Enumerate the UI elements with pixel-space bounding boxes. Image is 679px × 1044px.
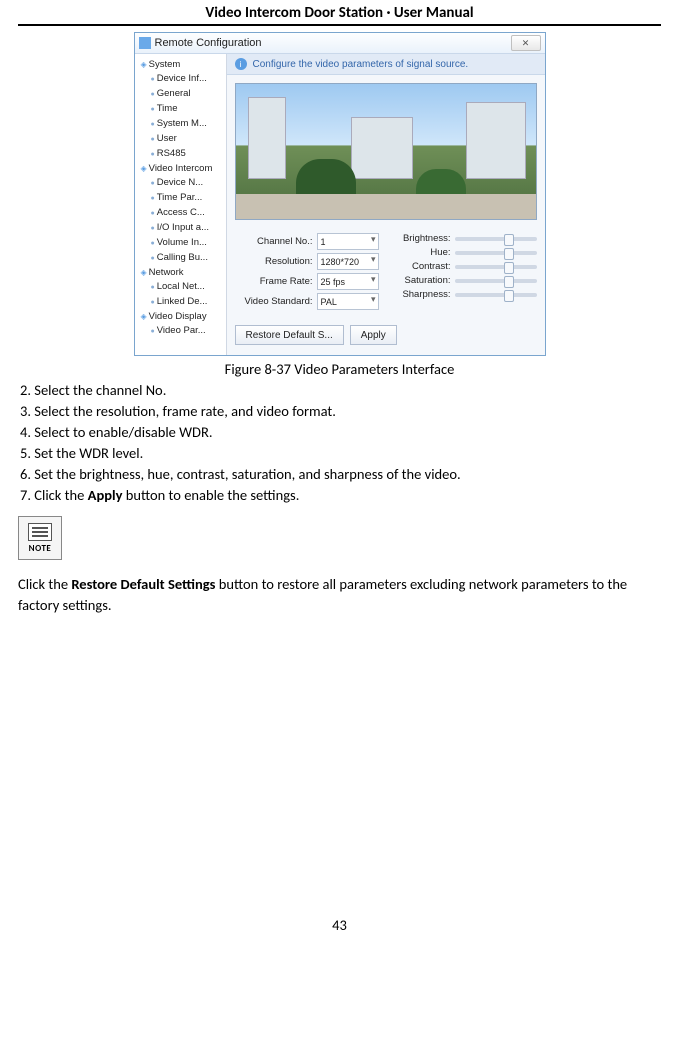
step-line: 5. Set the WDR level. xyxy=(20,443,659,464)
config-tree[interactable]: SystemDevice Inf...GeneralTimeSystem M..… xyxy=(135,54,227,355)
restore-default-button[interactable]: Restore Default S... xyxy=(235,325,344,345)
param-label: Frame Rate: xyxy=(235,276,317,287)
step-line: 2. Select the channel No. xyxy=(20,380,659,401)
param-combo[interactable]: 1 xyxy=(317,233,379,250)
close-button[interactable]: ✕ xyxy=(511,35,541,51)
slider-label: Contrast: xyxy=(393,261,455,272)
tree-leaf[interactable]: Video Par... xyxy=(139,324,224,339)
tree-root[interactable]: System xyxy=(139,58,224,72)
apply-button[interactable]: Apply xyxy=(350,325,397,345)
slider-row: Hue: xyxy=(393,247,537,258)
param-label: Resolution: xyxy=(235,256,317,267)
tree-leaf[interactable]: RS485 xyxy=(139,147,224,162)
param-combo[interactable]: 1280*720 xyxy=(317,253,379,270)
tree-root[interactable]: Video Intercom xyxy=(139,162,224,176)
step-line: 7. Click the Apply button to enable the … xyxy=(20,485,659,506)
slider[interactable] xyxy=(455,265,537,269)
tree-root[interactable]: Video Display xyxy=(139,310,224,324)
param-row: Video Standard:PAL xyxy=(235,293,379,310)
app-icon xyxy=(139,37,151,49)
param-row: Frame Rate:25 fps xyxy=(235,273,379,290)
step-list: 2. Select the channel No.3. Select the r… xyxy=(18,380,661,506)
slider[interactable] xyxy=(455,251,537,255)
hint-text: Configure the video parameters of signal… xyxy=(253,59,469,70)
tree-leaf[interactable]: User xyxy=(139,132,224,147)
slider-label: Sharpness: xyxy=(393,289,455,300)
info-icon: i xyxy=(235,58,247,70)
tree-leaf[interactable]: I/O Input a... xyxy=(139,221,224,236)
tree-leaf[interactable]: Local Net... xyxy=(139,280,224,295)
slider[interactable] xyxy=(455,293,537,297)
note-icon-box: NOTE xyxy=(18,516,62,560)
right-pane: i Configure the video parameters of sign… xyxy=(227,54,545,355)
tree-leaf[interactable]: System M... xyxy=(139,117,224,132)
slider-label: Hue: xyxy=(393,247,455,258)
step-line: 3. Select the resolution, frame rate, an… xyxy=(20,401,659,422)
slider-row: Contrast: xyxy=(393,261,537,272)
tree-leaf[interactable]: Device Inf... xyxy=(139,72,224,87)
tree-leaf[interactable]: Device N... xyxy=(139,176,224,191)
tree-leaf[interactable]: Time Par... xyxy=(139,191,224,206)
hint-bar: i Configure the video parameters of sign… xyxy=(227,54,545,75)
tree-leaf[interactable]: Access C... xyxy=(139,206,224,221)
tree-leaf[interactable]: Time xyxy=(139,102,224,117)
slider-row: Sharpness: xyxy=(393,289,537,300)
slider-label: Saturation: xyxy=(393,275,455,286)
video-preview xyxy=(235,83,537,220)
slider-label: Brightness: xyxy=(393,233,455,244)
tree-leaf[interactable]: General xyxy=(139,87,224,102)
note-label: NOTE xyxy=(29,543,52,554)
step-line: 4. Select to enable/disable WDR. xyxy=(20,422,659,443)
tree-leaf[interactable]: Volume In... xyxy=(139,236,224,251)
param-combo[interactable]: PAL xyxy=(317,293,379,310)
tree-leaf[interactable]: Linked De... xyxy=(139,295,224,310)
param-label: Channel No.: xyxy=(235,236,317,247)
param-row: Resolution:1280*720 xyxy=(235,253,379,270)
note-text: Click the Restore Default Settings butto… xyxy=(18,574,661,616)
tree-root[interactable]: Network xyxy=(139,266,224,280)
embedded-screenshot: Remote Configuration ✕ SystemDevice Inf.… xyxy=(134,32,546,356)
slider-row: Saturation: xyxy=(393,275,537,286)
slider-row: Brightness: xyxy=(393,233,537,244)
page-header: Video Intercom Door Station · User Manua… xyxy=(18,0,661,26)
tree-leaf[interactable]: Calling Bu... xyxy=(139,251,224,266)
slider[interactable] xyxy=(455,279,537,283)
figure-caption: Figure 8-37 Video Parameters Interface xyxy=(18,360,661,378)
param-label: Video Standard: xyxy=(235,296,317,307)
param-row: Channel No.:1 xyxy=(235,233,379,250)
page-number: 43 xyxy=(18,916,661,934)
step-line: 6. Set the brightness, hue, contrast, sa… xyxy=(20,464,659,485)
window-title: Remote Configuration xyxy=(155,37,262,49)
note-icon xyxy=(28,523,52,541)
close-icon: ✕ xyxy=(522,38,530,49)
slider[interactable] xyxy=(455,237,537,241)
window-titlebar: Remote Configuration ✕ xyxy=(135,33,545,54)
param-combo[interactable]: 25 fps xyxy=(317,273,379,290)
